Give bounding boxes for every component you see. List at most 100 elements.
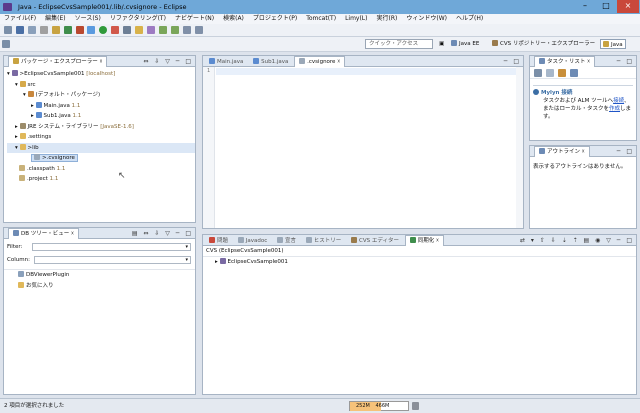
- sub1-java-label: Sub1.java: [43, 113, 71, 119]
- editor-tab-cvsignore[interactable]: .cvsignore ☓: [294, 56, 346, 67]
- overview-ruler[interactable]: [516, 67, 523, 228]
- tree-item-default-package[interactable]: ▾ (デフォルト・パッケージ): [7, 90, 195, 101]
- search-icon[interactable]: [147, 26, 156, 34]
- editor-controls[interactable]: ─ □: [504, 56, 521, 67]
- column-input[interactable]: ▾: [33, 256, 191, 264]
- save-icon[interactable]: [15, 26, 24, 34]
- filter-dropdown-icon[interactable]: ▾: [185, 244, 188, 250]
- view-controls[interactable]: ⇔ ⇩ ▽ ─ □: [143, 56, 193, 67]
- outline-controls[interactable]: ─ □: [617, 146, 634, 157]
- bottom-tab-bar: 問題 Javadoc 宣言 ヒストリー CVS エディター 同期化 ☓ ⇄ ▾ …: [203, 235, 636, 246]
- run-icon[interactable]: [99, 26, 108, 34]
- menu-source[interactable]: ソース(S): [75, 14, 101, 24]
- print-icon[interactable]: [39, 26, 48, 34]
- back-icon[interactable]: [182, 26, 191, 34]
- task-list-title: タスク・リスト: [547, 59, 586, 65]
- db-tree-controls[interactable]: ▤ ⇔ ⇩ ▽ ─ □: [132, 228, 193, 239]
- tab-cvs-editor[interactable]: CVS エディター: [347, 236, 403, 247]
- eclipse-icon: [3, 3, 12, 11]
- outline-tab[interactable]: アウトライン ☓: [534, 146, 590, 157]
- menu-navigate[interactable]: ナビゲート(N): [175, 14, 214, 24]
- tree-item-project[interactable]: ▾ >EclipseCvsSample001 [localhost]: [7, 69, 195, 80]
- menu-edit[interactable]: 編集(E): [45, 14, 65, 24]
- close-button[interactable]: ×: [617, 0, 639, 13]
- jre-decoration: [JavaSE-1.6]: [100, 123, 134, 130]
- minimize-button[interactable]: –: [575, 0, 595, 13]
- database-icon: [18, 271, 24, 277]
- quick-access-input[interactable]: クイック・アクセス: [365, 39, 433, 49]
- menu-refactor[interactable]: リファクタリング(T): [110, 14, 166, 24]
- tree-item-project-file[interactable]: .project 1.1: [7, 174, 195, 185]
- sync-toolbar[interactable]: ⇄ ▾ ⇧ ⇩ ⇣ ⇡ ▤ ◉ ▽ ─ □: [520, 235, 634, 246]
- tree-item-lib[interactable]: ▾ >lib: [7, 142, 195, 153]
- focus-icon[interactable]: [569, 69, 578, 77]
- menu-file[interactable]: ファイル(F): [4, 14, 36, 24]
- mylyn-create-link[interactable]: 作成: [609, 106, 620, 112]
- editor-tab-bar: Main.java Sub1.java .cvsignore ☓ ─ □: [203, 56, 523, 67]
- folder-icon: [19, 143, 26, 150]
- mylyn-title: Mylyn 接続: [533, 89, 633, 97]
- task-list-controls[interactable]: ─ □: [617, 56, 634, 67]
- package-explorer-tab[interactable]: パッケージ・エクスプローラー ☓: [8, 56, 108, 67]
- tree-item-classpath[interactable]: .classpath 1.1: [7, 164, 195, 175]
- package-icon: [27, 91, 34, 97]
- perspective-cvs[interactable]: CVS リポジトリー・エクスプローラー: [490, 39, 597, 49]
- menu-window[interactable]: ウィンドウ(W): [406, 14, 447, 24]
- cvs-icon: [492, 40, 498, 46]
- current-line-highlight[interactable]: [216, 68, 522, 75]
- server-icon[interactable]: [63, 26, 72, 34]
- db-tree-item-plugin[interactable]: DBViewerPlugin: [18, 270, 195, 281]
- new-class-icon[interactable]: [123, 26, 132, 34]
- menu-limy[interactable]: Limy(L): [345, 14, 367, 24]
- perspective-java[interactable]: Java: [600, 39, 626, 49]
- tree-item-src[interactable]: ▾ src: [7, 80, 195, 91]
- sync-tree-item[interactable]: ▸ EclipseCvsSample001: [215, 257, 636, 268]
- editor-tab-main-label: Main.java: [217, 59, 244, 65]
- column-dropdown-icon[interactable]: ▾: [185, 257, 188, 263]
- trash-icon[interactable]: [412, 402, 419, 410]
- tree-item-jre[interactable]: ▸ JRE システム・ライブラリー [JavaSE-1.6]: [7, 122, 195, 133]
- filter-input[interactable]: ▾: [32, 243, 191, 251]
- menu-tomcat[interactable]: Tomcat(T): [306, 14, 336, 24]
- filter-icon[interactable]: [545, 69, 554, 77]
- tab-javadoc-label: Javadoc: [245, 238, 268, 244]
- save-all-icon[interactable]: [27, 26, 36, 34]
- db-tree-item-favorites[interactable]: お気に入り: [18, 281, 195, 292]
- tab-problems[interactable]: 問題: [205, 236, 232, 247]
- tab-javadoc[interactable]: Javadoc: [234, 236, 272, 247]
- tab-history[interactable]: ヒストリー: [302, 236, 346, 247]
- task-list-tab[interactable]: タスク・リスト ☓: [534, 56, 596, 67]
- main-java-revision: 1.1: [71, 102, 81, 109]
- editor-tab-sub1[interactable]: Sub1.java: [249, 57, 292, 68]
- open-perspective-button[interactable]: ▣: [437, 39, 446, 49]
- build-icon[interactable]: [51, 26, 60, 34]
- tree-item-main-java[interactable]: ▸ Main.java 1.1: [7, 101, 195, 112]
- external-tools-icon[interactable]: [111, 26, 120, 34]
- open-type-icon[interactable]: [135, 26, 144, 34]
- annotation-next-icon[interactable]: [158, 26, 167, 34]
- debug-icon[interactable]: [87, 26, 96, 34]
- tab-synchronize[interactable]: 同期化 ☓: [404, 235, 444, 246]
- tab-declaration[interactable]: 宣言: [273, 236, 300, 247]
- new-task-icon[interactable]: [534, 69, 542, 77]
- menu-search[interactable]: 検索(A): [223, 14, 244, 24]
- tree-item-sub1-java[interactable]: ▸ Sub1.java 1.1: [7, 111, 195, 122]
- annotation-prev-icon[interactable]: [170, 26, 179, 34]
- perspective-javaee[interactable]: Java EE: [449, 39, 481, 49]
- forward-icon[interactable]: [194, 26, 203, 34]
- sub1-java-revision: 1.1: [72, 113, 82, 119]
- pin-icon[interactable]: [2, 40, 10, 48]
- mylyn-connect-link[interactable]: 接続: [613, 98, 624, 104]
- mylyn-text: タスクおよび ALM ツールへ接続、またはローカル・タスクを作成します。: [533, 97, 633, 121]
- db-tree-tab[interactable]: DB ツリー・ビュー ☓: [8, 228, 79, 239]
- heap-status[interactable]: 252M 466M: [349, 401, 409, 411]
- menu-project[interactable]: プロジェクト(P): [253, 14, 297, 24]
- new-icon[interactable]: [4, 26, 12, 34]
- menu-run[interactable]: 実行(R): [377, 14, 398, 24]
- menu-help[interactable]: ヘルプ(H): [456, 14, 483, 24]
- tomcat-icon[interactable]: [75, 26, 84, 34]
- collapse-icon[interactable]: [557, 69, 566, 77]
- tree-item-cvsignore[interactable]: >.cvsignore: [7, 153, 195, 164]
- tree-item-settings[interactable]: ▸ .settings: [7, 132, 195, 143]
- maximize-button[interactable]: □: [596, 0, 616, 13]
